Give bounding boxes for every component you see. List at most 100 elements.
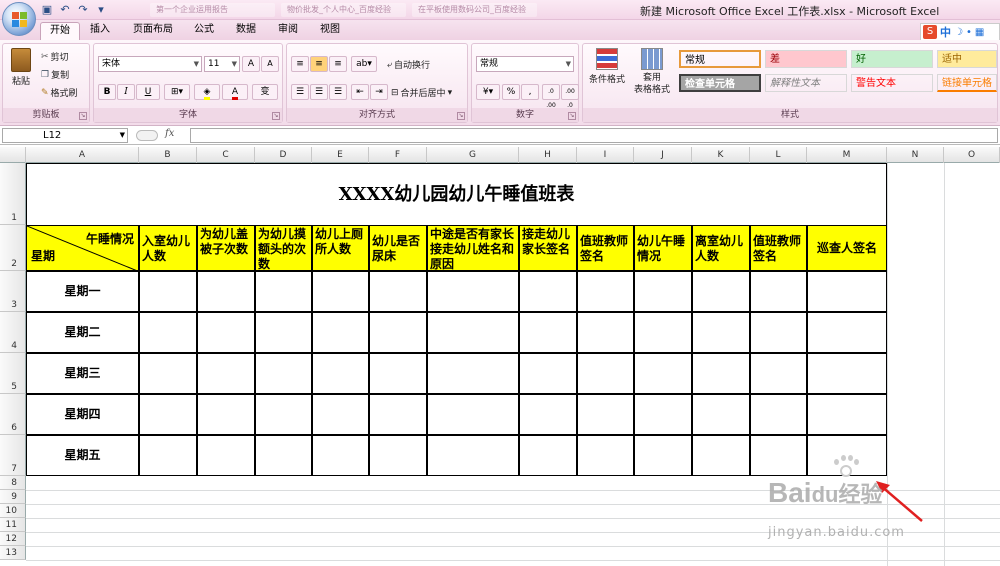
- row-header[interactable]: 9: [0, 490, 26, 504]
- data-cell[interactable]: [312, 435, 369, 476]
- column-header[interactable]: O: [944, 147, 1000, 163]
- table-title[interactable]: XXXX幼儿园幼儿午睡值班表: [26, 163, 887, 225]
- increase-indent-button[interactable]: ⇥: [370, 84, 388, 100]
- row-header[interactable]: 8: [0, 476, 26, 490]
- data-cell[interactable]: [519, 435, 577, 476]
- doc-tab[interactable]: 物价批发_个人中心_百度经验: [281, 3, 406, 17]
- increase-decimal-button[interactable]: .0 .00: [542, 84, 560, 109]
- data-cell[interactable]: [807, 312, 887, 353]
- keyboard-icon[interactable]: ▦: [975, 27, 984, 38]
- tab-page-layout[interactable]: 页面布局: [126, 22, 180, 40]
- fx-icon[interactable]: fx: [165, 128, 174, 139]
- data-cell[interactable]: [427, 271, 519, 312]
- column-header[interactable]: G: [427, 147, 519, 163]
- header-cell[interactable]: 中途是否有家长接走幼儿姓名和原因: [427, 225, 519, 271]
- tab-review[interactable]: 审阅: [272, 22, 304, 40]
- style-warning[interactable]: 警告文本: [851, 74, 933, 92]
- decrease-decimal-button[interactable]: .00 .0: [561, 84, 579, 109]
- data-cell[interactable]: [634, 394, 692, 435]
- decrease-indent-button[interactable]: ⇤: [351, 84, 369, 100]
- style-check-cell[interactable]: 检查单元格: [679, 74, 761, 92]
- header-cell[interactable]: 入室幼儿人数: [139, 225, 197, 271]
- data-cell[interactable]: [634, 353, 692, 394]
- data-cell[interactable]: [807, 394, 887, 435]
- style-linked-cell[interactable]: 链接单元格: [937, 74, 997, 92]
- number-launcher-icon[interactable]: ↘: [568, 112, 576, 120]
- tab-insert[interactable]: 插入: [84, 22, 116, 40]
- align-middle-button[interactable]: ≡: [310, 56, 328, 72]
- merge-center-button[interactable]: ⊟ 合并后居中 ▾: [391, 86, 452, 100]
- column-header[interactable]: C: [197, 147, 255, 163]
- align-left-button[interactable]: ☰: [291, 84, 309, 100]
- data-cell[interactable]: [519, 312, 577, 353]
- undo-icon[interactable]: ↶: [58, 3, 72, 17]
- moon-icon[interactable]: ☽: [954, 27, 963, 38]
- data-cell[interactable]: [692, 312, 750, 353]
- data-cell[interactable]: [139, 394, 197, 435]
- data-cell[interactable]: [255, 353, 312, 394]
- column-header[interactable]: F: [369, 147, 427, 163]
- row-header[interactable]: 1: [0, 163, 26, 225]
- data-cell[interactable]: [312, 353, 369, 394]
- data-cell[interactable]: [197, 353, 255, 394]
- day-label-cell[interactable]: 星期五: [26, 435, 139, 476]
- clipboard-launcher-icon[interactable]: ↘: [79, 112, 87, 120]
- header-cell[interactable]: 巡查人签名: [807, 225, 887, 271]
- paste-button[interactable]: 粘贴: [9, 48, 33, 87]
- data-cell[interactable]: [139, 271, 197, 312]
- column-header[interactable]: M: [807, 147, 887, 163]
- data-cell[interactable]: [255, 435, 312, 476]
- header-cell[interactable]: 为幼儿盖被子次数: [197, 225, 255, 271]
- data-cell[interactable]: [692, 435, 750, 476]
- data-cell[interactable]: [807, 435, 887, 476]
- data-cell[interactable]: [750, 312, 807, 353]
- column-header[interactable]: I: [577, 147, 634, 163]
- align-bottom-button[interactable]: ≡: [329, 56, 347, 72]
- data-cell[interactable]: [634, 312, 692, 353]
- day-label-cell[interactable]: 星期四: [26, 394, 139, 435]
- data-cell[interactable]: [634, 435, 692, 476]
- data-cell[interactable]: [369, 435, 427, 476]
- select-all-corner[interactable]: [0, 147, 26, 163]
- data-cell[interactable]: [139, 435, 197, 476]
- percent-button[interactable]: %: [502, 84, 520, 100]
- cut-button[interactable]: ✂ 剪切: [41, 50, 69, 64]
- font-size-select[interactable]: 11 ▼: [204, 56, 240, 72]
- data-cell[interactable]: [197, 394, 255, 435]
- style-normal[interactable]: 常规: [679, 50, 761, 68]
- name-box[interactable]: L12 ▼: [2, 128, 128, 143]
- data-cell[interactable]: [369, 353, 427, 394]
- doc-tab[interactable]: 在平板使用数码公司_百度经验: [412, 3, 537, 17]
- italic-button[interactable]: I: [117, 84, 135, 100]
- fill-color-button[interactable]: ◈: [194, 84, 220, 100]
- style-explanatory[interactable]: 解释性文本: [765, 74, 847, 92]
- data-cell[interactable]: [197, 435, 255, 476]
- comma-button[interactable]: ,: [521, 84, 539, 100]
- borders-button[interactable]: ⊞▾: [164, 84, 190, 100]
- conditional-format-button[interactable]: 条件格式: [585, 48, 629, 85]
- data-cell[interactable]: [577, 394, 634, 435]
- header-cell[interactable]: 幼儿是否尿床: [369, 225, 427, 271]
- bold-button[interactable]: B: [98, 84, 116, 100]
- tab-home[interactable]: 开始: [40, 22, 80, 40]
- data-cell[interactable]: [634, 271, 692, 312]
- column-header[interactable]: N: [887, 147, 944, 163]
- header-cell[interactable]: 为幼儿摸额头的次数: [255, 225, 312, 271]
- data-cell[interactable]: [577, 353, 634, 394]
- font-color-button[interactable]: A: [222, 84, 248, 100]
- data-cell[interactable]: [427, 312, 519, 353]
- column-header[interactable]: B: [139, 147, 197, 163]
- header-cell[interactable]: 幼儿上厕所人数: [312, 225, 369, 271]
- row-header[interactable]: 7: [0, 435, 26, 476]
- shrink-font-button[interactable]: A: [261, 56, 279, 72]
- row-header[interactable]: 5: [0, 353, 26, 394]
- save-icon[interactable]: ▣: [40, 3, 54, 17]
- data-cell[interactable]: [197, 271, 255, 312]
- data-cell[interactable]: [519, 353, 577, 394]
- grow-font-button[interactable]: A: [242, 56, 260, 72]
- office-button[interactable]: [2, 2, 36, 36]
- currency-button[interactable]: ¥▾: [476, 84, 500, 100]
- cell-area[interactable]: XXXX幼儿园幼儿午睡值班表 午睡情况 星期 入室幼儿人数 为幼儿盖被子次数 为…: [26, 163, 1000, 566]
- day-label-cell[interactable]: 星期三: [26, 353, 139, 394]
- diagonal-header-cell[interactable]: 午睡情况 星期: [26, 225, 139, 271]
